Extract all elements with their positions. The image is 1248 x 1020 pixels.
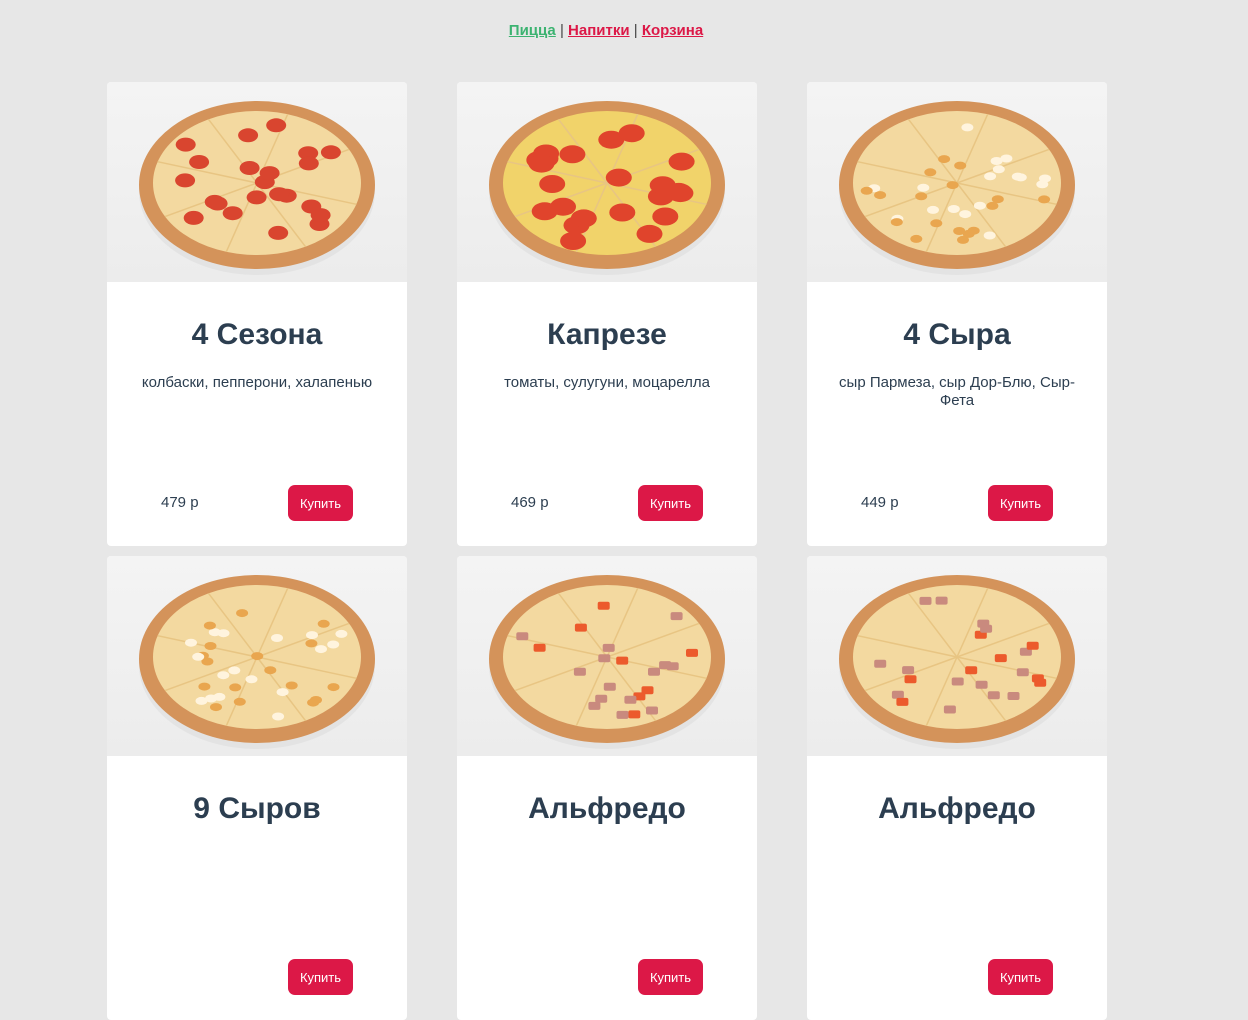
product-description: сыр Пармеза, сыр Дор-Блю, Сыр-Фета	[839, 374, 1075, 409]
pizza-alfredo-image	[807, 556, 1107, 756]
product-footer: 469 р Купить	[457, 485, 757, 521]
product-card: Капрезе томаты, сулугуни, моцарелла 469 р К…	[457, 82, 757, 546]
nav-link-drinks[interactable]: Напитки	[568, 22, 630, 39]
product-footer: 479 р Купить	[107, 485, 407, 521]
product-title: 9 Сыров	[193, 792, 321, 825]
product-footer: Купить	[457, 959, 757, 995]
product-title: 4 Сыра	[903, 318, 1011, 351]
product-card: Альфредо Купить	[457, 556, 757, 1020]
nav-link-pizza[interactable]: Пицца	[509, 22, 556, 39]
product-card: Альфредо Купить	[807, 556, 1107, 1020]
product-description: томаты, сулугуни, моцарелла	[504, 374, 710, 391]
buy-button[interactable]: Купить	[288, 485, 353, 521]
product-title: Альфредо	[878, 792, 1036, 825]
product-footer: Купить	[107, 959, 407, 995]
pizza-alfredo-image	[457, 556, 757, 756]
pizza-caprese-image	[457, 82, 757, 282]
product-price: 469 р	[511, 494, 549, 511]
product-footer: Купить	[807, 959, 1107, 995]
buy-button[interactable]: Купить	[988, 959, 1053, 995]
nav-separator: |	[633, 22, 638, 39]
product-price: 479 р	[161, 494, 199, 511]
product-title: Альфредо	[528, 792, 686, 825]
buy-button[interactable]: Купить	[288, 959, 353, 995]
buy-button[interactable]: Купить	[638, 485, 703, 521]
product-card: 9 Сыров Купить	[107, 556, 407, 1020]
pizza-four-cheese-image	[807, 82, 1107, 282]
nav-separator: |	[559, 22, 564, 39]
product-title: 4 Сезона	[191, 318, 323, 351]
pizza-four-seasons-image	[107, 82, 407, 282]
pizza-nine-cheese-image	[107, 556, 407, 756]
buy-button[interactable]: Купить	[988, 485, 1053, 521]
product-footer: 449 р Купить	[807, 485, 1107, 521]
product-card: 4 Сыра сыр Пармеза, сыр Дор-Блю, Сыр-Фета…	[807, 82, 1107, 546]
product-title: Капрезе	[547, 318, 667, 351]
product-price: 449 р	[861, 494, 899, 511]
buy-button[interactable]: Купить	[638, 959, 703, 995]
product-description: колбаски, пепперони, халапенью	[141, 374, 373, 391]
top-nav: Пицца | Напитки | Корзина	[0, 22, 1212, 39]
product-card: 4 Сезона колбаски, пепперони, халапенью 47…	[107, 82, 407, 546]
product-grid: 4 Сезона колбаски, пепперони, халапенью 47…	[107, 82, 1107, 1020]
nav-link-cart[interactable]: Корзина	[642, 22, 703, 39]
